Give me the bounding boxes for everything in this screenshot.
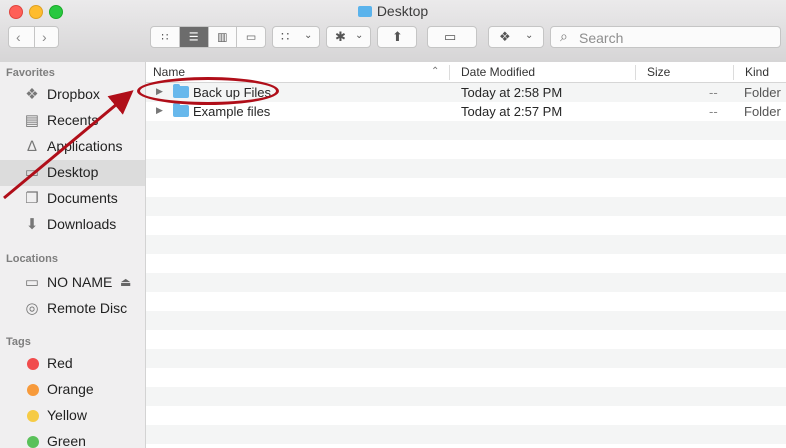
sidebar-item-recents[interactable]: ▤ Recents bbox=[0, 108, 145, 134]
eject-icon[interactable]: ⏏ bbox=[120, 275, 131, 289]
grid-icon: ∷ bbox=[161, 31, 169, 44]
desktop-icon: ▭ bbox=[24, 164, 40, 181]
empty-row bbox=[146, 159, 786, 178]
list-icon: ☰ bbox=[188, 31, 199, 44]
empty-row bbox=[146, 387, 786, 406]
finder-window: Desktop ‹ › ∷ ☰ ▥ ▭ ∷ ⌄ ✱ ⌄ ⬆ ▭ ❖ ⌄ ⌕ Se… bbox=[0, 0, 786, 448]
sidebar-item-tag-orange[interactable]: Orange bbox=[0, 377, 145, 403]
share-icon: ⬆ bbox=[392, 29, 403, 44]
empty-row bbox=[146, 330, 786, 349]
sidebar: Favorites ❖ Dropbox ▤ Recents ∆ Applicat… bbox=[0, 62, 146, 448]
sidebar-item-downloads[interactable]: ⬇ Downloads bbox=[0, 212, 145, 238]
empty-row bbox=[146, 197, 786, 216]
empty-row bbox=[146, 349, 786, 368]
drive-icon: ▭ bbox=[24, 274, 40, 291]
column-size[interactable]: Size bbox=[647, 65, 670, 79]
sidebar-section-favorites: Favorites bbox=[6, 67, 55, 79]
chevron-down-icon: ⌄ bbox=[355, 30, 364, 41]
folder-icon bbox=[173, 103, 189, 117]
sidebar-item-desktop[interactable]: ▭ Desktop bbox=[0, 160, 145, 186]
search-field[interactable]: ⌕ bbox=[550, 26, 781, 48]
column-date-modified[interactable]: Date Modified bbox=[461, 65, 535, 79]
table-row[interactable]: ▶ Back up Files Today at 2:58 PM -- Fold… bbox=[146, 83, 786, 102]
gallery-icon: ▭ bbox=[245, 31, 257, 44]
view-columns-button[interactable]: ▥ bbox=[209, 27, 238, 47]
empty-row bbox=[146, 368, 786, 387]
empty-row bbox=[146, 216, 786, 235]
folder-icon bbox=[173, 84, 189, 98]
nav-buttons: ‹ › bbox=[8, 26, 59, 48]
title-bar: Desktop ‹ › ∷ ☰ ▥ ▭ ∷ ⌄ ✱ ⌄ ⬆ ▭ ❖ ⌄ ⌕ Se… bbox=[0, 0, 786, 63]
dropbox-icon: ❖ bbox=[499, 29, 511, 44]
sidebar-section-tags: Tags bbox=[6, 336, 31, 348]
table-row[interactable]: ▶ Example files Today at 2:57 PM -- Fold… bbox=[146, 102, 786, 121]
columns-icon: ▥ bbox=[217, 31, 228, 44]
empty-row bbox=[146, 273, 786, 292]
disc-icon: ◎ bbox=[25, 300, 39, 317]
applications-icon: ∆ bbox=[27, 138, 37, 155]
sidebar-item-no-name[interactable]: ▭ NO NAME ⏏ bbox=[0, 270, 145, 296]
empty-row bbox=[146, 292, 786, 311]
folder-icon bbox=[357, 6, 372, 17]
empty-row bbox=[146, 235, 786, 254]
chevron-down-icon: ⌄ bbox=[304, 30, 313, 41]
sidebar-item-applications[interactable]: ∆ Applications bbox=[0, 134, 145, 160]
file-rows: ▶ Back up Files Today at 2:58 PM -- Fold… bbox=[146, 83, 786, 444]
column-name[interactable]: Name bbox=[153, 65, 185, 79]
sidebar-item-remote-disc[interactable]: ◎ Remote Disc bbox=[0, 296, 145, 322]
empty-row bbox=[146, 178, 786, 197]
gear-icon: ✱ bbox=[335, 29, 346, 44]
empty-row bbox=[146, 254, 786, 273]
search-icon: ⌕ bbox=[560, 28, 568, 44]
tag-icon: ▭ bbox=[444, 29, 457, 44]
dropbox-button[interactable]: ❖ ⌄ bbox=[488, 26, 544, 48]
forward-button[interactable]: › bbox=[42, 29, 47, 45]
view-mode-group: ∷ ☰ ▥ ▭ bbox=[150, 26, 266, 48]
sidebar-item-documents[interactable]: ❐ Documents bbox=[0, 186, 145, 212]
sidebar-item-tag-yellow[interactable]: Yellow bbox=[0, 403, 145, 429]
sidebar-section-locations: Locations bbox=[6, 253, 58, 265]
group-button[interactable]: ∷ ⌄ bbox=[272, 26, 320, 48]
sidebar-item-tag-red[interactable]: Red bbox=[0, 351, 145, 377]
downloads-icon: ⬇ bbox=[25, 216, 39, 233]
orange-tag-icon bbox=[27, 384, 39, 396]
file-list: Name ⌃ Date Modified Size Kind ▶ Back up… bbox=[146, 62, 786, 448]
recents-icon: ▤ bbox=[24, 112, 40, 129]
column-header: Name ⌃ Date Modified Size Kind bbox=[146, 62, 786, 83]
search-input[interactable] bbox=[577, 28, 779, 48]
empty-row bbox=[146, 425, 786, 444]
group-icon: ∷ bbox=[281, 29, 290, 44]
red-tag-icon bbox=[27, 358, 39, 370]
share-button[interactable]: ⬆ bbox=[377, 26, 417, 48]
column-kind[interactable]: Kind bbox=[745, 65, 769, 79]
sidebar-item-dropbox[interactable]: ❖ Dropbox bbox=[0, 82, 145, 108]
chevron-down-icon: ⌄ bbox=[525, 30, 534, 41]
green-tag-icon bbox=[27, 436, 39, 448]
disclosure-triangle-icon[interactable]: ▶ bbox=[156, 105, 163, 116]
empty-row bbox=[146, 140, 786, 159]
documents-icon: ❐ bbox=[25, 190, 39, 207]
back-button[interactable]: ‹ bbox=[16, 29, 21, 45]
sidebar-item-tag-green[interactable]: Green bbox=[0, 429, 145, 448]
view-icons-button[interactable]: ∷ bbox=[151, 27, 180, 47]
action-button[interactable]: ✱ ⌄ bbox=[326, 26, 371, 48]
empty-row bbox=[146, 121, 786, 140]
yellow-tag-icon bbox=[27, 410, 39, 422]
empty-row bbox=[146, 311, 786, 330]
view-gallery-button[interactable]: ▭ bbox=[237, 27, 265, 47]
sort-chevron-icon: ⌃ bbox=[431, 66, 440, 77]
tag-button[interactable]: ▭ bbox=[427, 26, 477, 48]
view-list-button[interactable]: ☰ bbox=[179, 27, 209, 47]
disclosure-triangle-icon[interactable]: ▶ bbox=[156, 86, 163, 97]
dropbox-icon: ❖ bbox=[25, 86, 39, 103]
window-title: Desktop bbox=[0, 3, 786, 19]
empty-row bbox=[146, 406, 786, 425]
